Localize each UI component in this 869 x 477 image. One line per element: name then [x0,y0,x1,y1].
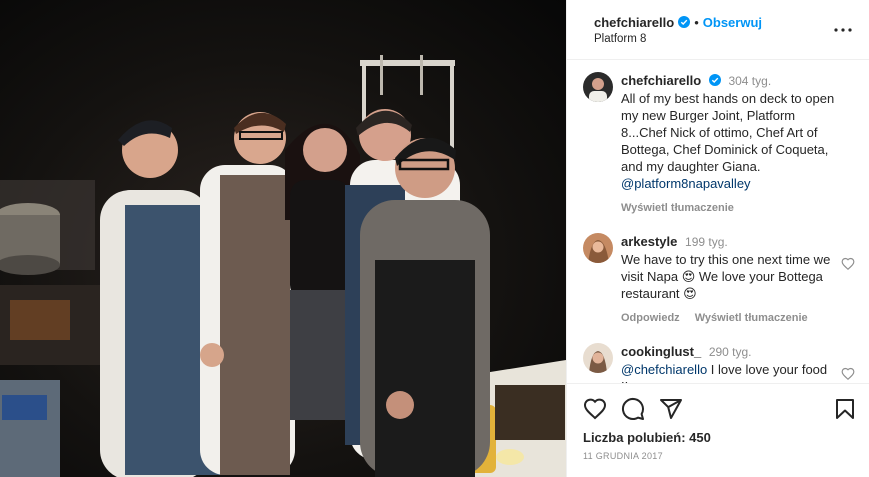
caption-mention[interactable]: @platform8napavalley [621,176,751,191]
comment-text-block: arkestyle 199 tyg. We have to try this o… [621,233,855,327]
comment-item: arkestyle 199 tyg. We have to try this o… [583,233,855,327]
comment-actions: Odpowiedz Wyświetl tłumaczenie [621,310,835,327]
photo-illustration [0,55,566,477]
post-actions-bar: Liczba polubień: 450 11 GRUDNIA 2017 [567,383,869,477]
comment-username[interactable]: arkestyle [621,234,677,249]
post-sidebar: chefchiarello • Obserwuj Platform 8 chef… [566,0,869,477]
comment-time[interactable]: 290 tyg. [709,345,752,359]
caption-username[interactable]: chefchiarello [621,73,701,88]
post-header: chefchiarello • Obserwuj Platform 8 [567,0,869,60]
reply-link[interactable]: Odpowiedz [621,312,680,324]
verified-badge-icon [708,74,721,86]
caption-actions: Wyświetl tłumaczenie [621,200,835,217]
caption-text: All of my best hands on deck to open my … [621,91,835,174]
likes-count[interactable]: Liczba polubień: 450 [583,430,857,445]
comments-list[interactable]: chefchiarello 304 tyg. All of my best ha… [567,60,869,383]
comment-username[interactable]: cookinglust_ [621,344,701,359]
avatar[interactable] [583,72,613,102]
bookmark-save-icon[interactable] [833,397,857,421]
share-send-icon[interactable] [659,397,683,421]
header-username[interactable]: chefchiarello [594,15,674,30]
translate-link[interactable]: Wyświetl tłumaczenie [621,202,734,214]
action-icons [583,396,857,422]
post-date[interactable]: 11 GRUDNIA 2017 [583,451,857,461]
caption-text-block: chefchiarello 304 tyg. All of my best ha… [621,72,855,217]
comment-item: cookinglust_ 290 tyg. @chefchiarello I l… [583,343,855,383]
location-link[interactable]: Platform 8 [594,33,831,45]
translate-link[interactable]: Wyświetl tłumaczenie [695,312,808,324]
comment-text: We have to try this one next time we vis… [621,252,831,301]
header-row: chefchiarello • Obserwuj [594,15,831,30]
avatar[interactable] [583,233,613,263]
comment-bubble-icon[interactable] [621,397,645,421]
separator-dot: • [694,14,699,30]
caption-time[interactable]: 304 tyg. [728,74,771,88]
comment-text-block: cookinglust_ 290 tyg. @chefchiarello I l… [621,343,855,383]
post-photo[interactable] [0,0,566,477]
caption-item: chefchiarello 304 tyg. All of my best ha… [583,72,855,217]
comment-time[interactable]: 199 tyg. [685,235,728,249]
follow-button[interactable]: Obserwuj [703,15,762,30]
header-names: chefchiarello • Obserwuj Platform 8 [594,15,831,45]
comment-mention[interactable]: @chefchiarello [621,362,707,377]
like-comment-heart-icon[interactable] [841,257,855,271]
avatar[interactable] [583,343,613,373]
more-options-icon[interactable] [831,18,855,42]
like-heart-icon[interactable] [583,397,607,421]
like-comment-heart-icon[interactable] [841,367,855,381]
verified-badge-icon [678,16,691,28]
